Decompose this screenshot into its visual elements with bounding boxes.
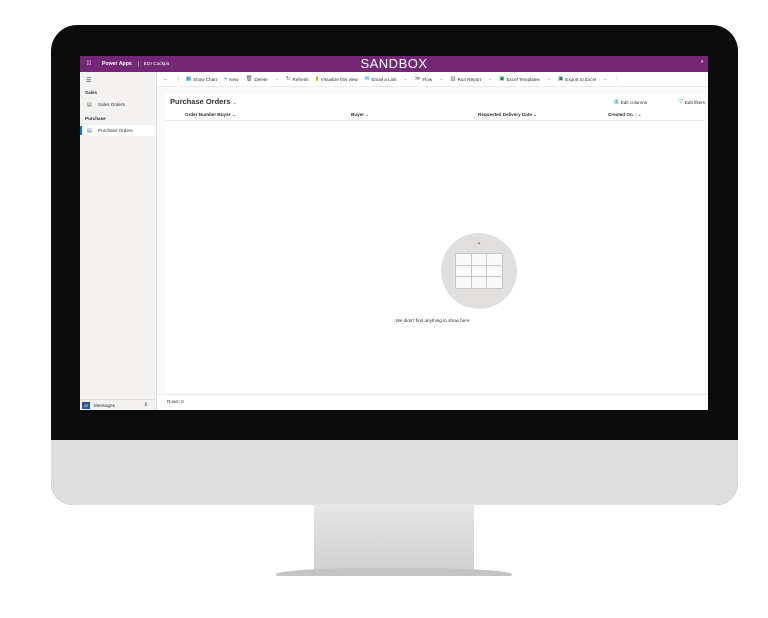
edit-filters-button[interactable]: ▽ Edit filters [679,99,705,105]
columns-icon: ▥ [613,99,619,105]
visualize-button[interactable]: ▮ Visualize this view [316,76,358,82]
excel-icon: ▣ [558,76,564,82]
edit-columns-label: Edit columns [620,99,647,105]
sidebar-item-label: Sales Orders [98,102,125,107]
chart-icon: ▦ [185,76,192,82]
brand-label[interactable]: Power Apps [102,61,139,67]
new-label: New [229,76,239,82]
email-link-label: Email a Link [371,76,397,82]
nav-group-purchase: Purchase [85,116,106,121]
refresh-button[interactable]: ↻ Refresh [286,76,309,82]
delete-label: Delete [254,76,268,82]
nav-group-sales: Sales [85,90,98,95]
flow-icon: ≫ [414,76,421,82]
run-report-label: Run Report [457,76,482,82]
monitor-stand [314,504,474,574]
column-label: Requested Delivery Date [478,112,532,117]
column-label: Order Number Buyer [185,112,231,117]
messages-badge: M [82,401,90,409]
app-name[interactable]: EDI Cockpit [144,62,169,67]
back-button[interactable]: ← [163,76,171,82]
list-icon: ▤ [87,127,92,134]
waffle-icon[interactable]: ⁞⁞⁞ [80,61,98,67]
excel-templates-label: Excel Templates [506,76,540,82]
chevron-down-icon[interactable]: ⌄ [488,76,492,82]
edit-filters-label: Edit filters [684,99,705,105]
chevron-down-icon[interactable]: ⌄ [275,76,279,82]
sidebar-item-sales-orders[interactable]: ▤ Sales Orders [80,99,156,110]
chevron-down-icon: ⌄ [365,112,370,117]
back-arrow-icon: ← [163,76,169,82]
monitor-chin [51,440,738,505]
app-screen: ⁞⁞⁞ Power Apps EDI Cockpit SANDBOX ⌕ ☰ S… [80,56,708,410]
chevron-down-icon: ⌄ [231,112,236,117]
row-count: Rows: 0 [167,399,184,404]
command-bar: ← | ▦ Show Chart + New 🗑 Delete ⌄ ↻ Refr… [157,72,708,87]
monitor-frame: ⁞⁞⁞ Power Apps EDI Cockpit SANDBOX ⌕ ☰ S… [51,25,738,505]
export-excel-button[interactable]: ▣ Export to Excel [558,76,596,82]
report-icon: ▥ [450,76,456,82]
grid-view: Purchase Orders ⌄ ▥ Edit columns ▽ Edit … [165,93,705,393]
refresh-icon: ↻ [285,76,291,82]
powerbi-icon: ▮ [315,76,319,82]
delete-button[interactable]: 🗑 Delete [245,76,267,82]
sidebar: ☰ Sales ▤ Sales Orders Purchase ▤ Purcha… [80,72,157,410]
filter-icon: ▽ [678,99,683,105]
grid-icon [455,253,503,289]
chevron-down-icon: ⌄ [533,112,538,117]
chevron-down-icon[interactable]: ⌄ [547,76,551,82]
view-selector[interactable]: Purchase Orders ⌄ [170,97,237,106]
email-icon: ✉ [364,76,370,82]
top-bar: ⁞⁞⁞ Power Apps EDI Cockpit SANDBOX ⌕ [80,56,708,72]
column-header-row: Order Number Buyer ⌄ Buyer ⌄ Requested D… [165,110,705,121]
flow-label: Flow [422,76,433,82]
trash-icon: 🗑 [245,76,253,82]
chevron-down-icon[interactable]: ⌄ [603,76,607,82]
plus-icon: + [224,76,228,82]
chevron-down-icon[interactable]: ⌄ [439,76,443,82]
export-excel-label: Export to Excel [565,76,597,82]
column-label: Created On [608,112,633,117]
sparkle-icon: ✦ [477,241,482,247]
excel-icon: ▣ [499,76,505,82]
sidebar-item-purchase-orders[interactable]: ▤ Purchase Orders [80,125,156,136]
sidebar-item-label: Purchase Orders [98,128,133,133]
chevron-down-icon[interactable]: ⌄ [404,76,408,82]
sort-down-icon: ↓ ⌄ [634,112,642,117]
column-header[interactable]: Created On ↓ ⌄ [608,112,641,118]
excel-templates-button[interactable]: ▣ Excel Templates [499,76,540,82]
new-button[interactable]: + New [224,76,238,82]
show-chart-label: Show Chart [193,76,218,82]
show-chart-button[interactable]: ▦ Show Chart [186,76,217,82]
empty-state-message: We didn't find anything to show here [395,318,470,323]
column-header[interactable]: Requested Delivery Date ⌄ [478,112,537,118]
messages-label: Messages [94,402,115,408]
more-icon[interactable]: ⋮ [614,76,619,82]
list-icon: ▤ [87,101,92,108]
column-header[interactable]: Buyer ⌄ [351,112,369,118]
empty-state-illustration: ✦ [441,233,517,309]
messages-area[interactable]: M Messages ⇕ [80,399,156,410]
environment-banner: SANDBOX [360,56,428,71]
edit-columns-button[interactable]: ▥ Edit columns [614,99,647,105]
refresh-label: Refresh [292,76,309,82]
monitor-base [276,568,512,576]
page-title: Purchase Orders [170,97,231,106]
email-link-button[interactable]: ✉ Email a Link [365,76,397,82]
grid-footer: Rows: 0 [157,394,708,410]
run-report-button[interactable]: ▥ Run Report [450,76,481,82]
chevron-down-icon: ⌄ [232,100,237,106]
column-label: Buyer [351,112,365,117]
flow-button[interactable]: ≫ Flow [415,76,432,82]
hamburger-icon[interactable]: ☰ [86,77,91,84]
visualize-label: Visualize this view [320,76,358,82]
search-icon[interactable]: ⌕ [701,59,704,66]
divider: | [177,76,179,82]
column-header[interactable]: Order Number Buyer ⌄ [185,112,236,118]
chevron-updown-icon[interactable]: ⇕ [144,402,148,408]
